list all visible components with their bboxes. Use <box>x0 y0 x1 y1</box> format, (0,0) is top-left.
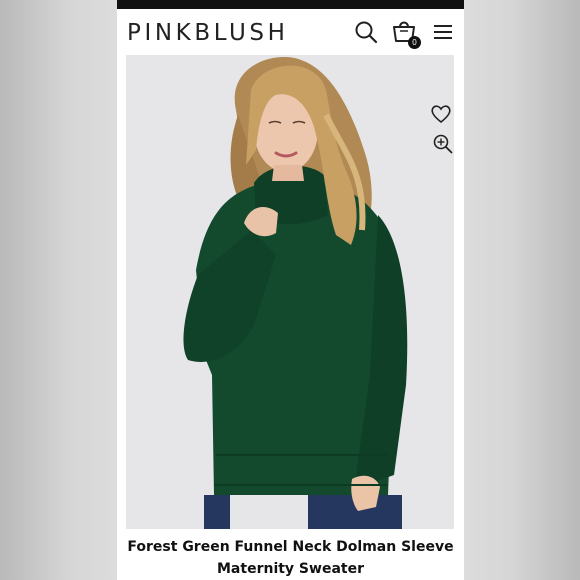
mobile-screen: PINKBLUSH 0 Forest Green Funnel Neck Dol… <box>117 0 464 580</box>
heart-icon[interactable] <box>430 104 452 124</box>
status-bar <box>117 0 464 9</box>
brand-logo[interactable]: PINKBLUSH <box>127 20 289 46</box>
zoom-in-icon[interactable] <box>432 133 454 155</box>
product-title-line-2: Maternity Sweater <box>217 561 364 577</box>
cart-count-badge: 0 <box>408 36 421 49</box>
model-photo <box>183 57 408 529</box>
product-image[interactable] <box>126 55 454 529</box>
search-icon[interactable] <box>353 19 379 45</box>
product-title: Forest Green Funnel Neck Dolman Sleeve M… <box>117 536 464 580</box>
site-header: PINKBLUSH 0 <box>117 9 464 55</box>
product-title-line-1: Forest Green Funnel Neck Dolman Sleeve <box>127 539 454 555</box>
hamburger-menu-icon[interactable] <box>431 19 457 45</box>
